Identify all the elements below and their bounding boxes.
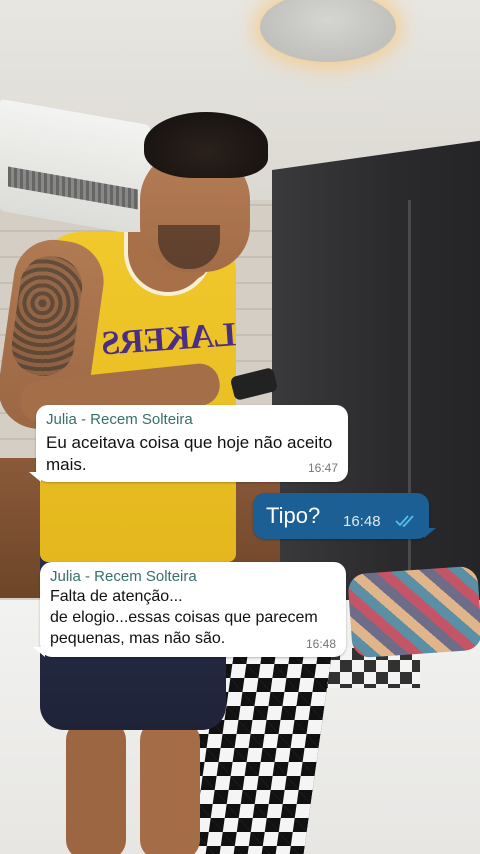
background-photo: LAKERS Julia - Recem Solteira Eu aceitav… <box>0 0 480 854</box>
message-text: Falta de atenção... de elogio...essas co… <box>50 588 318 647</box>
message-time: 16:48 <box>343 513 381 530</box>
message-time: 16:48 <box>305 637 336 651</box>
bubble-tail <box>29 472 41 482</box>
sender-name: Julia - Recem Solteira <box>46 411 193 428</box>
outgoing-message-bubble[interactable]: Tipo? 16:48 <box>253 493 429 539</box>
message-text: Eu aceitava coisa que hoje não aceito ma… <box>46 433 333 474</box>
bubble-tail <box>424 528 436 538</box>
double-check-read-icon <box>395 515 414 528</box>
jersey-lettering: LAKERS <box>100 316 238 363</box>
incoming-message-bubble[interactable]: Julia - Recem Solteira Falta de atenção.… <box>40 562 346 657</box>
message-time: 16:47 <box>307 461 338 475</box>
patterned-pillow <box>347 565 480 659</box>
incoming-message-bubble[interactable]: Julia - Recem Solteira Eu aceitava coisa… <box>36 405 348 482</box>
message-text: Tipo? <box>266 503 321 528</box>
person-leg-left <box>66 720 126 854</box>
sender-name: Julia - Recem Solteira <box>50 568 197 585</box>
bubble-tail <box>33 647 45 657</box>
person-hair <box>144 112 268 178</box>
person-leg-right <box>140 720 200 854</box>
